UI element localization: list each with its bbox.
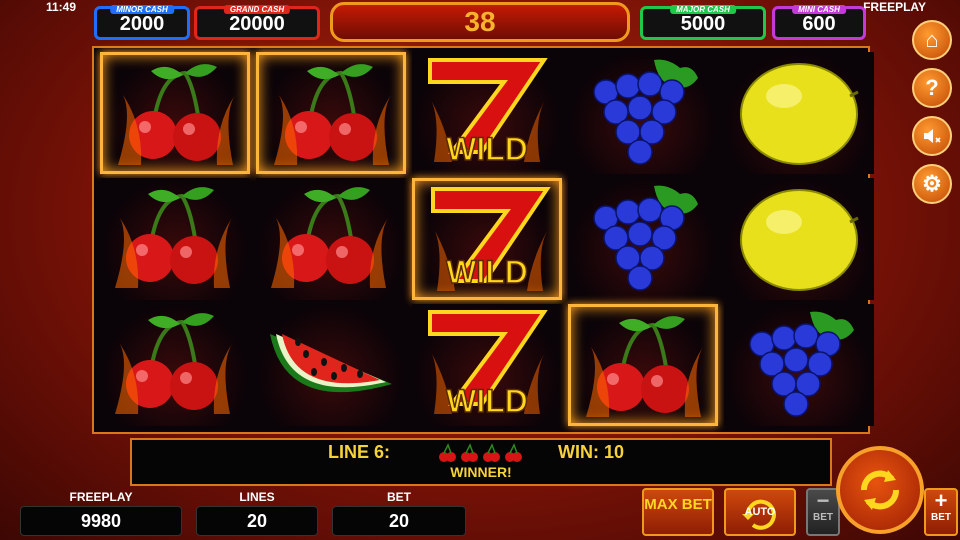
help-icon[interactable]: ? [912,68,952,108]
win-info-bar: LINE 6: WIN: 10 WINNER! [130,438,832,486]
bet-label: BET [387,490,411,504]
grapes-symbol [724,304,874,426]
grapes-symbol [568,178,718,300]
jackpot-minor: MINOR CASH 2000 [94,5,190,40]
freeplay-label: FREEPLAY [69,490,133,504]
spin-button[interactable] [836,446,924,534]
jackpot-major: MAJOR CASH 5000 [640,5,766,40]
jackpot-grand: GRAND CASH 20000 [194,5,320,40]
sound-muted-icon[interactable] [912,116,952,156]
spin-icon [860,470,900,510]
line-label: LINE 6: [328,442,391,462]
bet-value: 20 [332,506,466,536]
bet-increase-button[interactable]: + BET [924,488,958,536]
wild-label: WILD [445,382,528,420]
jackpot-value: 5000 [680,13,726,35]
cherry-symbol [100,52,250,174]
jackpot-value: 20000 [229,13,285,35]
max-bet-button[interactable]: MAX BET [642,488,714,536]
lines-value: 20 [196,506,318,536]
plus-icon: + [934,488,948,513]
auto-button[interactable]: AUTO [724,488,796,536]
wild-label: WILD [445,253,528,291]
bet-decrease-button[interactable]: − BET [806,488,840,536]
wild-label: WILD [445,130,528,168]
bet-decrease-label: BET [813,512,833,523]
lemon-symbol [724,52,874,174]
wild-seven-symbol: WILD [412,304,562,426]
auto-label: AUTO [744,506,776,518]
reel-grid: WILD WILD WILD [92,46,874,434]
cherry-symbol [100,178,250,300]
jackpot-value: 600 [802,13,836,35]
win-amount: WIN: 10 [558,442,625,462]
freeplay-balance: 9980 [20,506,182,536]
mode-label: FREEPLAY [863,0,926,14]
jackpot-mini: MINI CASH 600 [772,5,866,40]
wild-seven-symbol: WILD [412,178,562,300]
clock: 11:49 [46,0,77,14]
watermelon-symbol [256,304,406,426]
cherry-symbol [256,52,406,174]
winner-text: WINNER! [450,464,512,480]
lines-label: LINES [239,490,275,504]
cherry-symbol [568,304,718,426]
bet-increase-label: BET [931,512,951,523]
wild-seven-symbol: WILD [412,52,562,174]
lemon-symbol [724,178,874,300]
grapes-symbol [568,52,718,174]
game-counter: 38 [330,2,630,42]
cherry-symbol [100,304,250,426]
minus-icon: − [816,488,830,513]
cherry-symbol [256,178,406,300]
home-icon[interactable]: ⌂ [912,20,952,60]
jackpot-value: 2000 [119,13,165,35]
settings-icon[interactable]: ⚙ [912,164,952,204]
